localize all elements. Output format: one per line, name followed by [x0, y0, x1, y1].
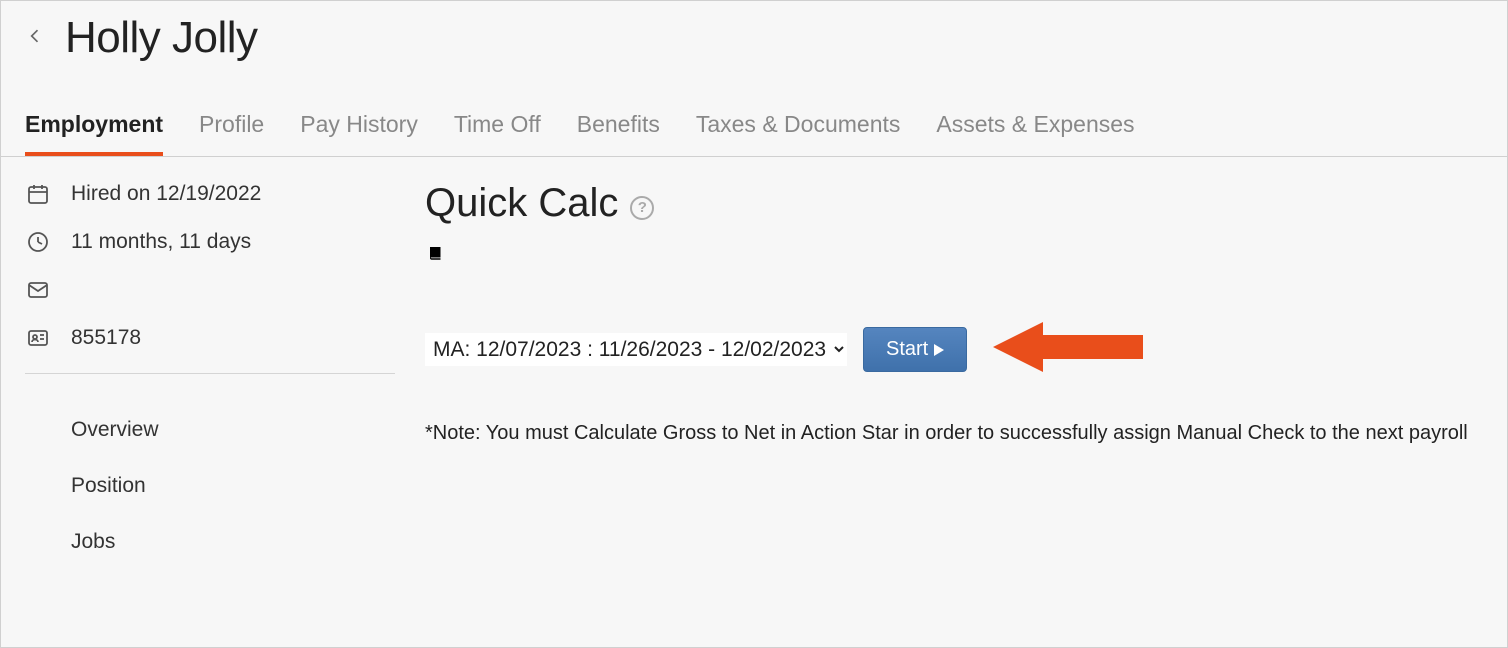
- tab-assets-expenses[interactable]: Assets & Expenses: [936, 111, 1134, 156]
- tab-bar: Employment Profile Pay History Time Off …: [1, 71, 1507, 157]
- sidebar: Hired on 12/19/2022 11 months, 11 days: [25, 181, 425, 570]
- start-button-label: Start: [886, 338, 928, 361]
- sidebar-item-jobs[interactable]: Jobs: [25, 514, 395, 570]
- main-title-row: Quick Calc ?: [425, 181, 1483, 226]
- content-area: Hired on 12/19/2022 11 months, 11 days: [1, 157, 1507, 570]
- email-row: [25, 277, 395, 303]
- main-panel: Quick Calc ? MA: 12/07/2023 : 11/26/2023…: [425, 181, 1483, 570]
- controls-row: MA: 12/07/2023 : 11/26/2023 - 12/02/2023…: [425, 317, 1483, 382]
- back-arrow-icon[interactable]: [25, 26, 45, 50]
- help-icon[interactable]: ?: [630, 196, 654, 220]
- tab-benefits[interactable]: Benefits: [577, 111, 660, 156]
- tab-employment[interactable]: Employment: [25, 111, 163, 156]
- sidebar-divider: [25, 373, 395, 374]
- clock-icon: [25, 229, 51, 255]
- id-card-icon: [25, 325, 51, 351]
- hired-date-text: Hired on 12/19/2022: [71, 182, 261, 206]
- start-button[interactable]: Start: [863, 327, 967, 372]
- sidebar-item-position[interactable]: Position: [25, 458, 395, 514]
- tab-time-off[interactable]: Time Off: [454, 111, 541, 156]
- page-title: Holly Jolly: [65, 13, 258, 63]
- main-title: Quick Calc: [425, 181, 618, 226]
- hired-date-row: Hired on 12/19/2022: [25, 181, 395, 207]
- calendar-icon: [25, 181, 51, 207]
- note-text: *Note: You must Calculate Gross to Net i…: [425, 422, 1483, 445]
- sidebar-item-overview[interactable]: Overview: [25, 402, 395, 458]
- annotation-arrow-icon: [993, 317, 1143, 382]
- header: Holly Jolly: [1, 1, 1507, 71]
- tenure-row: 11 months, 11 days: [25, 229, 395, 255]
- tenure-text: 11 months, 11 days: [71, 230, 251, 254]
- pay-period-select[interactable]: MA: 12/07/2023 : 11/26/2023 - 12/02/2023: [425, 333, 847, 366]
- mail-icon: [25, 277, 51, 303]
- tab-profile[interactable]: Profile: [199, 111, 264, 156]
- employee-id-row: 855178: [25, 325, 395, 351]
- tab-taxes-documents[interactable]: Taxes & Documents: [696, 111, 901, 156]
- employee-id-text: 855178: [71, 326, 141, 350]
- play-icon: [934, 344, 944, 356]
- book-icon[interactable]: [427, 244, 1483, 267]
- tab-pay-history[interactable]: Pay History: [300, 111, 418, 156]
